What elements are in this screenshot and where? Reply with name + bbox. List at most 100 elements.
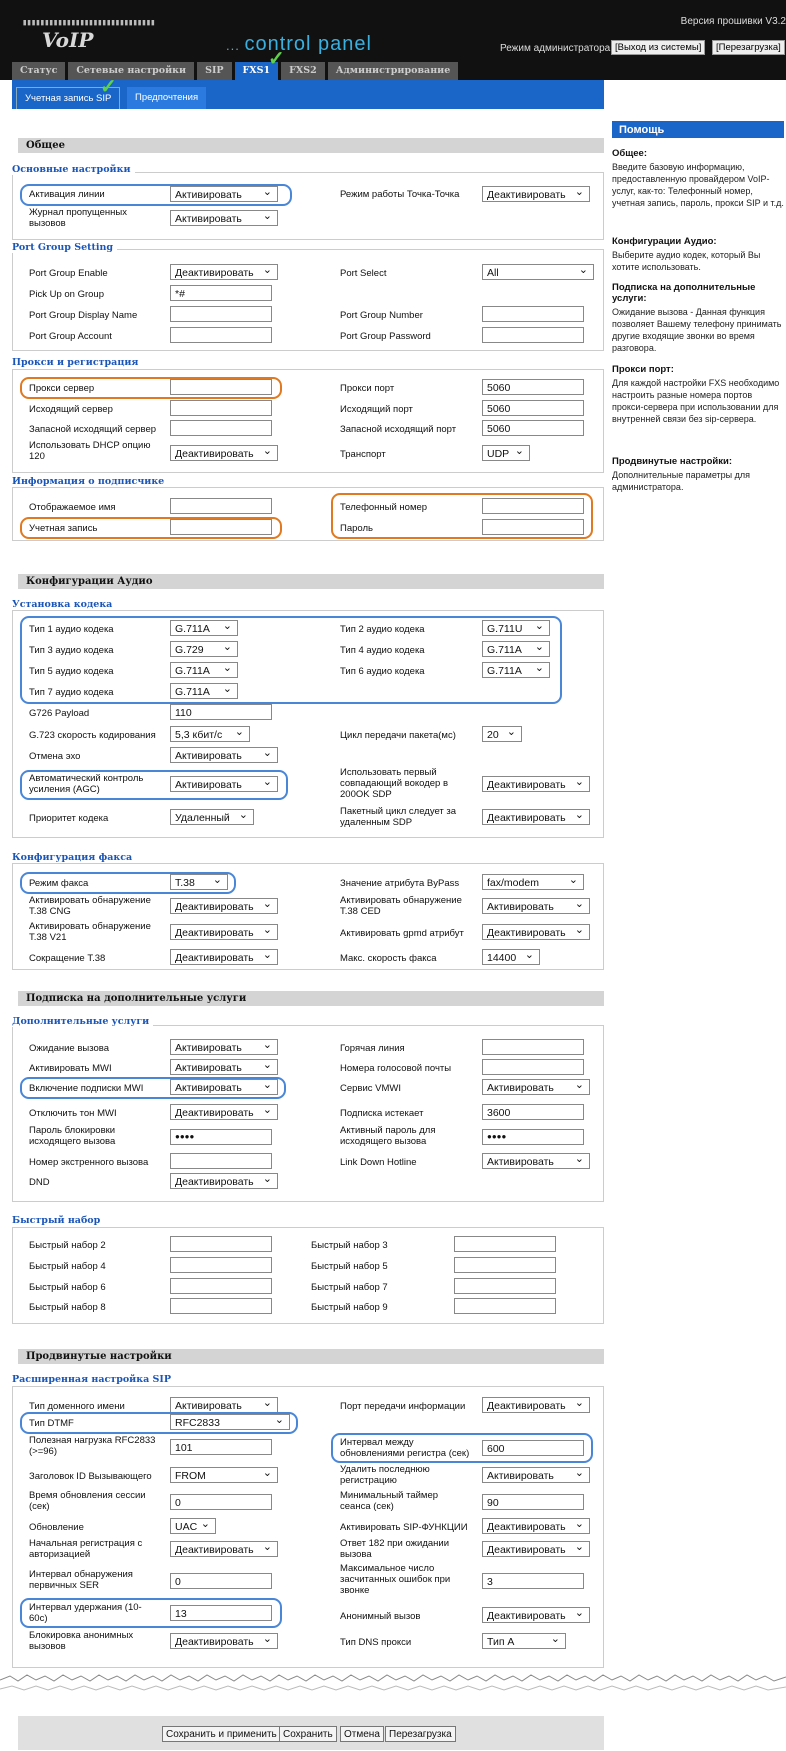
label-codec2: Тип 2 аудио кодека: [340, 624, 425, 635]
codec3-select[interactable]: G.729: [170, 640, 238, 657]
max-errors-input[interactable]: 3: [482, 1573, 584, 1589]
phone-input[interactable]: [482, 498, 584, 514]
update-select[interactable]: UAC: [170, 1517, 216, 1534]
vmwi-select[interactable]: Активировать: [482, 1078, 590, 1095]
display-name-input[interactable]: [170, 498, 272, 514]
pgdn-input[interactable]: [170, 306, 272, 322]
follow-sdp-select[interactable]: Деактивировать: [482, 808, 590, 825]
sd5-input[interactable]: [454, 1257, 556, 1273]
missed-calls-select[interactable]: Активировать: [170, 209, 278, 226]
sd8-input[interactable]: [170, 1298, 272, 1314]
g723-select[interactable]: 5,3 кбит/с: [170, 725, 250, 742]
fax-mode-select[interactable]: T.38: [170, 873, 228, 890]
outport-input[interactable]: 5060: [482, 400, 584, 416]
anon-call-select[interactable]: Деактивировать: [482, 1606, 590, 1623]
password-input[interactable]: [482, 519, 584, 535]
cng-select[interactable]: Деактивировать: [170, 897, 278, 914]
group-box: [12, 172, 604, 240]
sip-functions-select[interactable]: Деактивировать: [482, 1517, 590, 1534]
bkport-input[interactable]: 5060: [482, 420, 584, 436]
emergency-input[interactable]: [170, 1153, 272, 1169]
info-port-select[interactable]: Деактивировать: [482, 1396, 590, 1413]
agc-select[interactable]: Активировать: [170, 775, 278, 792]
first-vocoder-select[interactable]: Деактивировать: [482, 775, 590, 792]
section-advanced: Продвинутые настройки: [18, 1349, 604, 1364]
cancel-button[interactable]: Отмена: [340, 1726, 384, 1742]
outbound-input[interactable]: [170, 400, 272, 416]
reboot-button[interactable]: [Перезагрузка]: [712, 40, 785, 55]
codec4-select[interactable]: G.711A: [482, 640, 550, 657]
block-pass-input[interactable]: ●●●●: [170, 1129, 272, 1145]
p2p-select[interactable]: Деактивировать: [482, 185, 590, 202]
bkout-input[interactable]: [170, 420, 272, 436]
dns-proxy-select[interactable]: Тип A: [482, 1632, 566, 1649]
sd9-input[interactable]: [454, 1298, 556, 1314]
dnd-select[interactable]: Деактивировать: [170, 1172, 278, 1189]
call-waiting-select[interactable]: Активировать: [170, 1038, 278, 1055]
pgn-input[interactable]: [482, 306, 584, 322]
rfc-payload-input[interactable]: 101: [170, 1439, 272, 1455]
tab-network[interactable]: Сетевые настройки: [68, 62, 195, 80]
proxy-port-input[interactable]: 5060: [482, 379, 584, 395]
tab-status[interactable]: Статус: [12, 62, 66, 80]
pge-select[interactable]: Деактивировать: [170, 263, 278, 280]
line-activation-select[interactable]: Активировать: [170, 185, 278, 202]
pga-input[interactable]: [170, 327, 272, 343]
ldh-select[interactable]: Активировать: [482, 1152, 590, 1169]
voicemail-input[interactable]: [482, 1059, 584, 1075]
hold-interval-input[interactable]: 13: [170, 1605, 272, 1621]
pgp-input[interactable]: [482, 327, 584, 343]
t38-reduction-select[interactable]: Деактивировать: [170, 948, 278, 965]
v21-select[interactable]: Деактивировать: [170, 923, 278, 940]
codec6-select[interactable]: G.711A: [482, 661, 550, 678]
gpmd-select[interactable]: Деактивировать: [482, 923, 590, 940]
expires-input[interactable]: 3600: [482, 1104, 584, 1120]
save-apply-button[interactable]: Сохранить и применить: [162, 1726, 281, 1742]
pickup-input[interactable]: *#: [170, 285, 272, 301]
tab-sip[interactable]: SIP: [197, 62, 232, 80]
mwi-subscribe-select[interactable]: Активировать: [170, 1078, 278, 1095]
reboot-footer-button[interactable]: Перезагрузка: [385, 1726, 456, 1742]
echo-select[interactable]: Активировать: [170, 746, 278, 763]
g726-input[interactable]: 110: [170, 704, 272, 720]
codec5-select[interactable]: G.711A: [170, 661, 238, 678]
dtmf-select[interactable]: RFC2833: [170, 1413, 290, 1430]
tab-fxs2[interactable]: FXS2: [281, 62, 325, 80]
codec1-select[interactable]: G.711A: [170, 619, 238, 636]
session-refresh-input[interactable]: 0: [170, 1494, 272, 1510]
codec2-select[interactable]: G.711U: [482, 619, 550, 636]
hotline-input[interactable]: [482, 1039, 584, 1055]
dhcp120-select[interactable]: Деактивировать: [170, 444, 278, 461]
transport-select[interactable]: UDP: [482, 444, 530, 461]
bypass-select[interactable]: fax/modem: [482, 873, 584, 890]
sd4-input[interactable]: [170, 1257, 272, 1273]
sd3-input[interactable]: [454, 1236, 556, 1252]
anon-block-select[interactable]: Деактивировать: [170, 1632, 278, 1649]
fax-speed-select[interactable]: 14400: [482, 948, 540, 965]
del-last-reg-select[interactable]: Активировать: [482, 1466, 590, 1483]
proxy-input[interactable]: [170, 379, 272, 395]
ptime-select[interactable]: 20: [482, 725, 522, 742]
ced-select[interactable]: Активировать: [482, 897, 590, 914]
sd7-input[interactable]: [454, 1278, 556, 1294]
subtab-preferences[interactable]: Предпочтения: [127, 87, 207, 109]
sd6-input[interactable]: [170, 1278, 272, 1294]
active-pass-input[interactable]: ●●●●: [482, 1129, 584, 1145]
port-select[interactable]: All: [482, 263, 594, 280]
ser-interval-input[interactable]: 0: [170, 1573, 272, 1589]
codec-priority-select[interactable]: Удаленный: [170, 808, 254, 825]
init-reg-select[interactable]: Деактивировать: [170, 1540, 278, 1557]
codec7-select[interactable]: G.711A: [170, 682, 238, 699]
min-session-input[interactable]: 90: [482, 1494, 584, 1510]
r182-select[interactable]: Деактивировать: [482, 1540, 590, 1557]
logout-button[interactable]: [Выход из системы]: [611, 40, 706, 55]
save-button[interactable]: Сохранить: [279, 1726, 337, 1742]
reg-interval-input[interactable]: 600: [482, 1440, 584, 1456]
domain-type-select[interactable]: Активировать: [170, 1396, 278, 1413]
tab-admin[interactable]: Администрирование: [327, 62, 459, 80]
caller-id-select[interactable]: FROM: [170, 1466, 278, 1483]
mwi-select[interactable]: Активировать: [170, 1058, 278, 1075]
account-input[interactable]: [170, 519, 272, 535]
mwi-tone-select[interactable]: Деактивировать: [170, 1103, 278, 1120]
sd2-input[interactable]: [170, 1236, 272, 1252]
